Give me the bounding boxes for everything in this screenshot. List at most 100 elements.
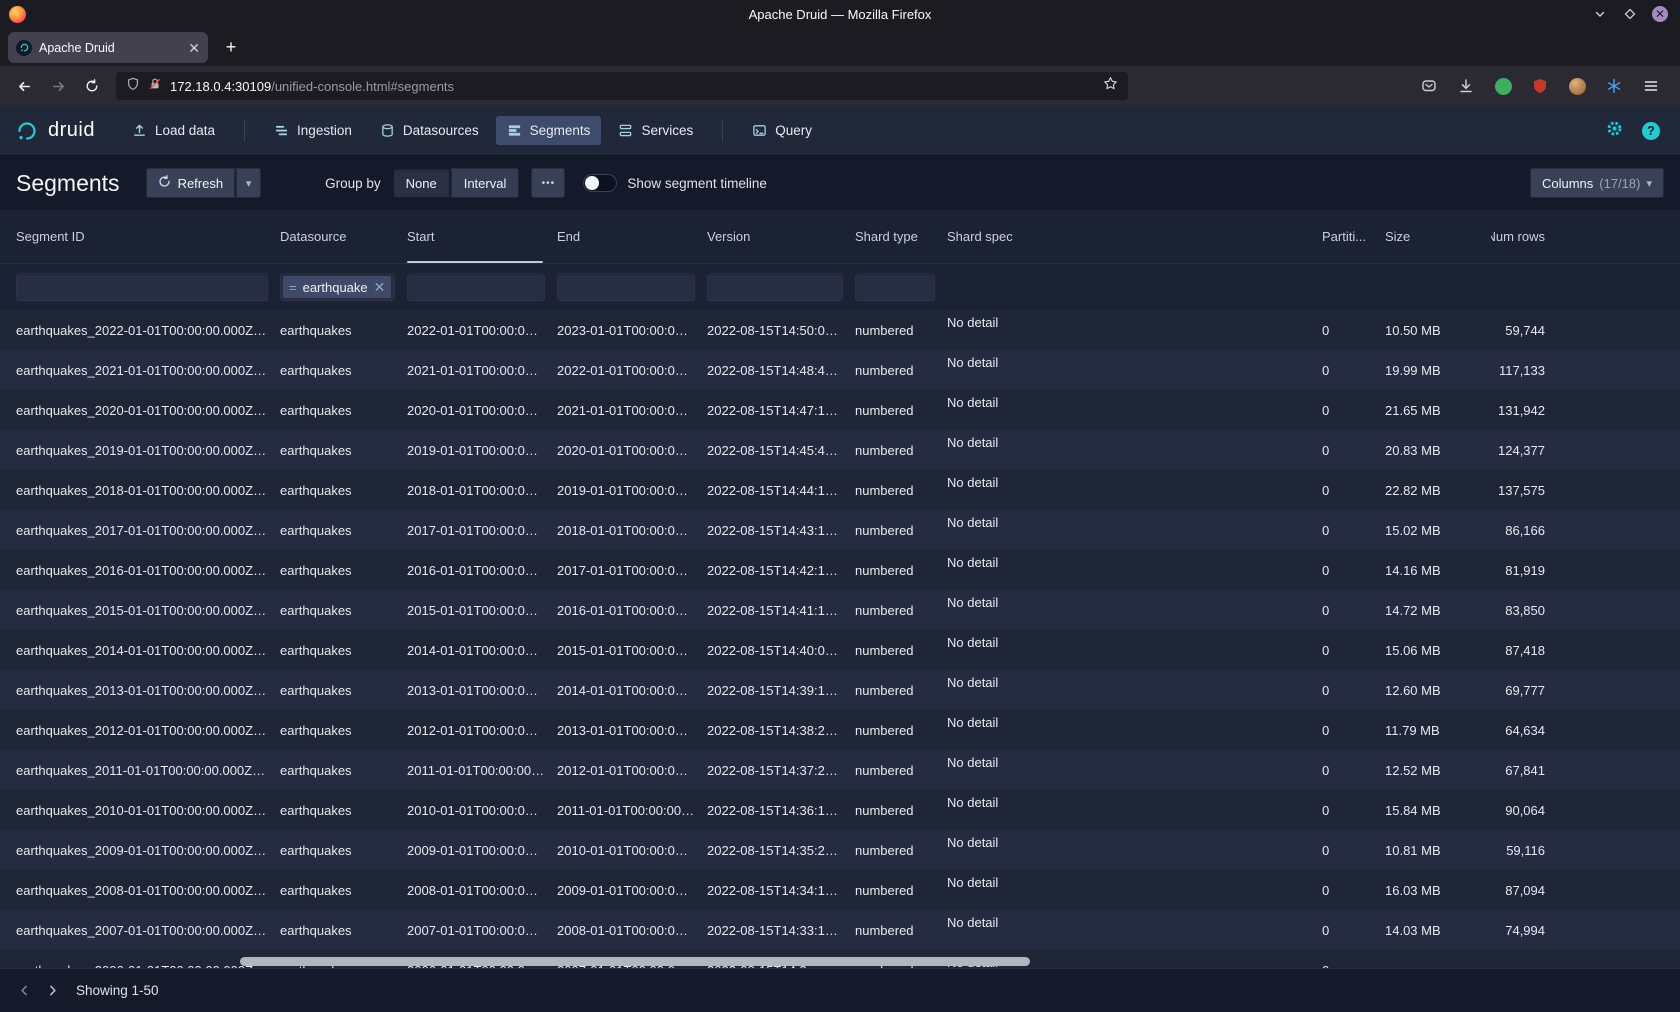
- cell-shard-type: numbered: [855, 763, 947, 778]
- minimize-icon[interactable]: [1592, 6, 1608, 22]
- cell-size: 12.60 MB: [1385, 683, 1491, 698]
- cell-shard-spec: No detail: [947, 910, 1322, 930]
- table-row[interactable]: earthquakes_2010-01-01T00:00:00.000Z_2..…: [0, 790, 1680, 830]
- maximize-icon[interactable]: [1622, 6, 1638, 22]
- table-row[interactable]: earthquakes_2015-01-01T00:00:00.000Z_2..…: [0, 590, 1680, 630]
- new-tab-button[interactable]: +: [218, 37, 244, 58]
- cell-size: 15.02 MB: [1385, 523, 1491, 538]
- cell-start: 2013-01-01T00:00:00.0...: [407, 683, 557, 698]
- tracking-shield-icon[interactable]: [126, 77, 140, 96]
- help-icon[interactable]: ?: [1642, 122, 1660, 140]
- group-by-none-button[interactable]: None: [393, 168, 450, 198]
- more-options-button[interactable]: •••: [531, 168, 565, 198]
- col-header-start[interactable]: Start: [407, 210, 557, 263]
- menu-hamburger-icon[interactable]: [1638, 73, 1664, 99]
- table-row[interactable]: earthquakes_2007-01-01T00:00:00.000Z_2..…: [0, 910, 1680, 950]
- forward-icon[interactable]: [42, 72, 74, 100]
- settings-gear-icon[interactable]: [1605, 119, 1624, 143]
- cell-start: 2010-01-01T00:00:00.0...: [407, 803, 557, 818]
- cell-num-rows: 59,744: [1491, 323, 1553, 338]
- cell-end: 2014-01-01T00:00:00.0...: [557, 683, 707, 698]
- cell-datasource: earthquakes: [280, 883, 407, 898]
- browser-tab[interactable]: Apache Druid ✕: [8, 32, 208, 63]
- url-bar[interactable]: 172.18.0.4:30109/unified-console.html#se…: [116, 72, 1128, 100]
- cell-num-rows: 90,064: [1491, 803, 1553, 818]
- cell-version: 2022-08-15T14:34:19.1...: [707, 883, 855, 898]
- load-data-icon: [132, 123, 147, 138]
- table-row[interactable]: earthquakes_2017-01-01T00:00:00.000Z_2..…: [0, 510, 1680, 550]
- nav-datasources[interactable]: Datasources: [369, 116, 490, 145]
- table-row[interactable]: earthquakes_2008-01-01T00:00:00.000Z_2..…: [0, 870, 1680, 910]
- col-header-segment-id[interactable]: Segment ID: [16, 210, 280, 263]
- segment-timeline-toggle[interactable]: [583, 174, 617, 192]
- nav-ingestion[interactable]: Ingestion: [263, 116, 363, 145]
- bookmark-star-icon[interactable]: [1103, 76, 1118, 96]
- segment-id-filter-input[interactable]: [16, 273, 268, 301]
- version-filter-input[interactable]: [707, 273, 843, 301]
- insecure-lock-icon[interactable]: [148, 77, 162, 96]
- refresh-button[interactable]: Refresh: [146, 168, 236, 198]
- cell-partition: 0: [1322, 323, 1385, 338]
- nav-query[interactable]: Query: [741, 116, 823, 145]
- col-header-shard-type[interactable]: Shard type: [855, 210, 947, 263]
- cell-start: 2019-01-01T00:00:00.0...: [407, 443, 557, 458]
- table-row[interactable]: earthquakes_2012-01-01T00:00:00.000Z_2..…: [0, 710, 1680, 750]
- col-header-shard-spec[interactable]: Shard spec: [947, 210, 1322, 263]
- col-header-datasource[interactable]: Datasource: [280, 210, 407, 263]
- group-by-interval-button[interactable]: Interval: [450, 168, 520, 198]
- shard-type-filter-input[interactable]: [855, 273, 935, 301]
- close-icon[interactable]: ✕: [1652, 6, 1668, 22]
- table-header-row: Segment ID Datasource Start End Version …: [0, 210, 1680, 264]
- col-header-version[interactable]: Version: [707, 210, 855, 263]
- reload-icon[interactable]: [76, 72, 108, 100]
- account-avatar-icon[interactable]: [1564, 73, 1590, 99]
- end-filter-input[interactable]: [557, 273, 695, 301]
- filter-remove-icon[interactable]: ✕: [374, 279, 386, 296]
- nav-segments[interactable]: Segments: [496, 116, 602, 145]
- col-header-num-rows[interactable]: Num rows: [1491, 210, 1553, 263]
- query-icon: [752, 123, 767, 138]
- cell-size: 11.79 MB: [1385, 723, 1491, 738]
- table-row[interactable]: earthquakes_2013-01-01T00:00:00.000Z_2..…: [0, 670, 1680, 710]
- columns-count: (17/18): [1599, 176, 1640, 191]
- nav-services[interactable]: Services: [607, 116, 704, 145]
- ublock-icon[interactable]: [1527, 73, 1553, 99]
- cell-start: 2022-01-01T00:00:00.0...: [407, 323, 557, 338]
- columns-label: Columns: [1542, 176, 1593, 191]
- col-header-partition[interactable]: Partiti...: [1322, 210, 1385, 263]
- col-header-end[interactable]: End: [557, 210, 707, 263]
- back-icon[interactable]: [8, 72, 40, 100]
- segments-table: Segment ID Datasource Start End Version …: [0, 210, 1680, 968]
- pocket-icon[interactable]: [1416, 73, 1442, 99]
- table-row[interactable]: earthquakes_2019-01-01T00:00:00.000Z_2..…: [0, 430, 1680, 470]
- datasource-filter-input[interactable]: = earthquake ✕: [280, 273, 395, 301]
- extension-blue-icon[interactable]: [1601, 73, 1627, 99]
- table-row[interactable]: earthquakes_2009-01-01T00:00:00.000Z_2..…: [0, 830, 1680, 870]
- horizontal-scrollbar[interactable]: [240, 957, 1030, 966]
- cell-datasource: earthquakes: [280, 363, 407, 378]
- table-row[interactable]: earthquakes_2011-01-01T00:00:00.000Z_2..…: [0, 750, 1680, 790]
- refresh-dropdown-button[interactable]: ▾: [235, 168, 261, 198]
- table-row[interactable]: earthquakes_2022-01-01T00:00:00.000Z_2..…: [0, 310, 1680, 350]
- table-row[interactable]: earthquakes_2021-01-01T00:00:00.000Z_2..…: [0, 350, 1680, 390]
- refresh-split-button: Refresh ▾: [146, 168, 262, 198]
- cell-end: 2015-01-01T00:00:00.0...: [557, 643, 707, 658]
- table-row[interactable]: earthquakes_2020-01-01T00:00:00.000Z_2..…: [0, 390, 1680, 430]
- table-row[interactable]: earthquakes_2014-01-01T00:00:00.000Z_2..…: [0, 630, 1680, 670]
- nav-label: Load data: [155, 123, 215, 138]
- table-row[interactable]: earthquakes_2016-01-01T00:00:00.000Z_2..…: [0, 550, 1680, 590]
- start-filter-input[interactable]: [407, 273, 545, 301]
- col-header-size[interactable]: Size: [1385, 210, 1491, 263]
- cell-end: 2012-01-01T00:00:00.0...: [557, 763, 707, 778]
- columns-button[interactable]: Columns (17/18) ▾: [1530, 168, 1664, 198]
- next-page-icon[interactable]: [38, 977, 66, 1005]
- druid-logo[interactable]: druid: [14, 118, 95, 144]
- table-row[interactable]: earthquakes_2018-01-01T00:00:00.000Z_2..…: [0, 470, 1680, 510]
- cell-version: 2022-08-15T14:50:02.6...: [707, 323, 855, 338]
- nav-load-data[interactable]: Load data: [121, 116, 226, 145]
- extension-green-icon[interactable]: [1490, 73, 1516, 99]
- view-controls: Segments Refresh ▾ Group by None Interva…: [0, 156, 1680, 210]
- tab-close-icon[interactable]: ✕: [188, 41, 200, 55]
- prev-page-icon[interactable]: [10, 977, 38, 1005]
- downloads-icon[interactable]: [1453, 73, 1479, 99]
